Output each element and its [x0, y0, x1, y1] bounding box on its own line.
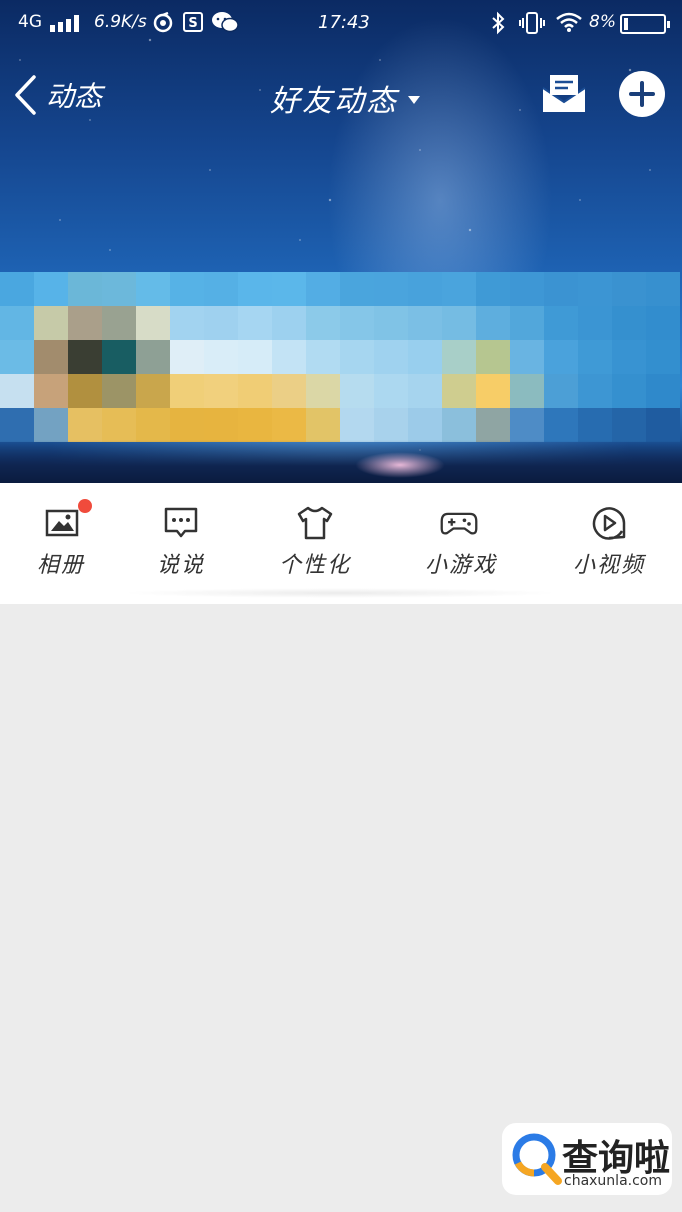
shuoshuo-button[interactable]: 说说: [116, 483, 246, 604]
horizon-glow: [355, 452, 445, 478]
page-title: 好友动态: [270, 84, 398, 119]
shuoshuo-label: 说说: [156, 553, 205, 578]
gamepad-icon: [440, 512, 478, 535]
status-bar: 4G 6.9K/s S 17:43 8%: [0, 0, 682, 46]
personalize-label: 个性化: [278, 553, 351, 578]
mini-games-button[interactable]: 小游戏: [396, 483, 526, 604]
chat-bubble-icon: [164, 507, 198, 538]
back-label: 动态: [46, 80, 103, 113]
network-type: 4G: [18, 12, 42, 32]
svg-text:S: S: [188, 16, 197, 31]
messages-button[interactable]: [540, 72, 588, 116]
album-icon: [45, 509, 79, 537]
bluetooth-icon: [492, 11, 505, 35]
feed-selector[interactable]: 好友动态: [270, 76, 420, 120]
add-button[interactable]: [619, 71, 665, 117]
quick-menu: 相册 说说 个性化 小游戏 小视频: [0, 483, 682, 604]
watermark: 查询啦 chaxunla.com: [502, 1123, 672, 1195]
signal-icon: [50, 14, 84, 32]
album-button[interactable]: 相册: [0, 483, 126, 604]
network-speed: 6.9K/s: [94, 12, 147, 32]
mini-video-label: 小视频: [572, 553, 645, 578]
video-play-icon: [592, 507, 626, 540]
chevron-left-icon: [15, 75, 36, 115]
plus-icon: [629, 81, 655, 107]
watermark-url: chaxunla.com: [564, 1173, 662, 1189]
personalize-button[interactable]: 个性化: [250, 483, 380, 604]
horizon: [0, 440, 682, 483]
clock: 17:43: [318, 12, 370, 33]
album-label: 相册: [36, 553, 85, 578]
magnifier-logo-icon: [512, 1133, 562, 1185]
battery-icon: [620, 14, 670, 34]
mini-games-label: 小游戏: [424, 553, 497, 578]
wifi-icon: [556, 12, 582, 32]
notification-dot: [78, 499, 92, 513]
caret-down-icon: [408, 96, 420, 104]
mini-video-button[interactable]: 小视频: [544, 483, 674, 604]
app-screen: 4G 6.9K/s S 17:43 8% 动态 好友动态 相册 说说 个性化 小…: [0, 0, 682, 1212]
sync-icon: [153, 12, 173, 33]
battery-percent: 8%: [589, 12, 616, 32]
tshirt-icon: [297, 506, 333, 540]
back-button[interactable]: 动态: [12, 70, 102, 120]
menu-shadow: [120, 588, 560, 598]
wechat-icon: [212, 12, 239, 33]
vibrate-icon: [519, 12, 545, 34]
s-app-icon: S: [183, 12, 203, 32]
mail-icon: [542, 75, 586, 112]
